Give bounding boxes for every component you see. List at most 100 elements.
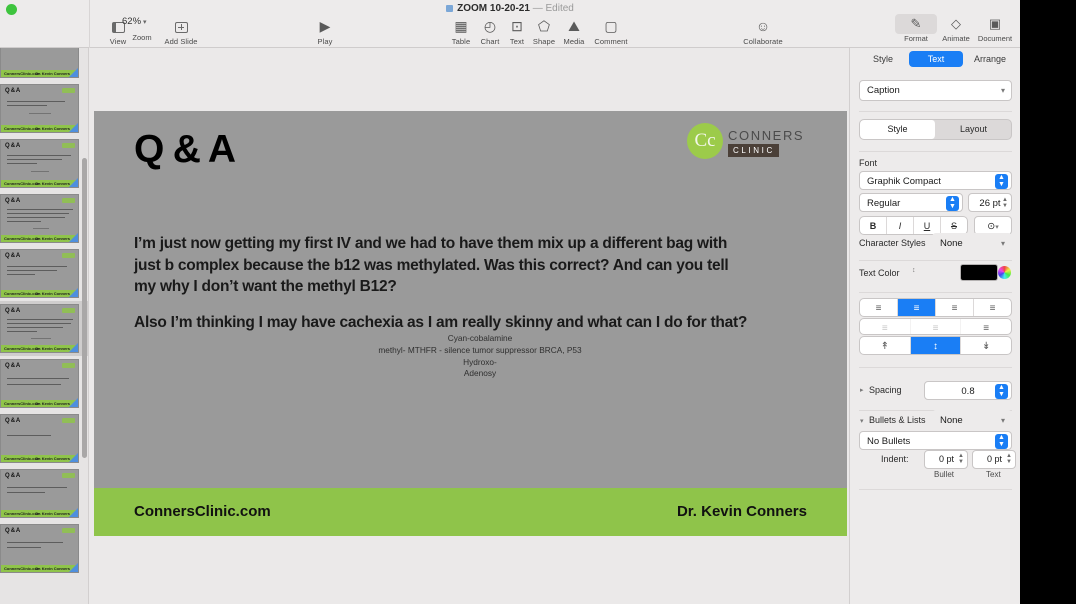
- indent-bullet-field[interactable]: 0 pt ▲ ▼: [924, 450, 968, 469]
- slide-thumbnail-1[interactable]: ConnersClinic.com Dr. Kevin Conners: [0, 48, 89, 81]
- slide-thumbnail-3[interactable]: Q & A ConnersClinic.com Dr. Kevin Conner…: [0, 136, 89, 191]
- underline-button[interactable]: U: [914, 217, 941, 234]
- thumbnail-title: Q & A: [5, 308, 20, 314]
- thumbnail-footer: ConnersClinic.com Dr. Kevin Conners: [1, 400, 78, 407]
- indent-label: Indent:: [881, 454, 909, 464]
- text-color-disclosure-icon[interactable]: ↕: [912, 267, 916, 274]
- comment-icon: ▢: [604, 18, 618, 34]
- indent-bullet-value: 0 pt: [938, 454, 954, 464]
- toggle-layout[interactable]: Layout: [936, 120, 1011, 139]
- slide-footer-bar: ConnersClinic.com Dr. Kevin Conners: [94, 488, 847, 536]
- screen: ZOOM 10-20-21 — Edited View 62% ▾ Zoom Ad…: [0, 0, 1076, 604]
- conners-clinic-logo[interactable]: Cc CONNERS CLINIC: [687, 120, 805, 164]
- spacing-disclosure-icon[interactable]: ▸: [860, 386, 864, 394]
- indent-bullet-caption: Bullet: [934, 470, 955, 479]
- align-right-button[interactable]: ≡: [936, 299, 974, 316]
- slide-thumbnail-8[interactable]: Q & A ConnersClinic.com Dr. Kevin Conner…: [0, 411, 89, 466]
- collaborate-button[interactable]: ☺ Collaborate: [740, 16, 786, 46]
- slide-thumbnail-10[interactable]: Q & A ConnersClinic.com Dr. Kevin Conner…: [0, 521, 89, 576]
- color-wheel-icon[interactable]: [998, 266, 1011, 279]
- chevron-down-icon: ▾: [1000, 86, 1005, 95]
- style-layout-toggle[interactable]: Style Layout: [859, 119, 1012, 140]
- animate-button[interactable]: ◇ Animate: [935, 14, 977, 43]
- thumbnail-logo: [62, 143, 75, 148]
- format-button[interactable]: ✎ Format: [895, 14, 937, 43]
- paragraph-style-dropdown[interactable]: Caption ▾: [859, 80, 1012, 101]
- align-justify-button[interactable]: ≡: [974, 299, 1011, 316]
- thumbnail-footer: ConnersClinic.com Dr. Kevin Conners: [1, 70, 78, 77]
- insert-comment-button[interactable]: ▢ Comment: [588, 16, 634, 46]
- text-indent-icon: ≡: [983, 323, 990, 334]
- font-family-stepper-icon[interactable]: ▲ ▼: [995, 174, 1008, 189]
- slide-body-text[interactable]: I’m just now getting my first IV and we …: [134, 233, 754, 333]
- thumbnail-skip-corner: [69, 453, 78, 462]
- tab-text[interactable]: Text: [909, 51, 963, 67]
- align-left-button[interactable]: ≡: [860, 299, 898, 316]
- vertical-alignment-buttons[interactable]: ↟ ↕ ↡: [859, 336, 1012, 355]
- add-slide-button[interactable]: Add Slide: [158, 16, 204, 46]
- spacing-stepper-icon[interactable]: ▲ ▼: [995, 384, 1008, 399]
- bullet-preset-dropdown[interactable]: No Bullets ▲ ▼: [859, 431, 1012, 450]
- indent-text-field[interactable]: 0 pt ▲ ▼: [972, 450, 1016, 469]
- add-slide-label: Add Slide: [164, 37, 198, 46]
- play-label: Play: [317, 37, 333, 46]
- font-family-dropdown[interactable]: Graphik Compact ▲ ▼: [859, 171, 1012, 190]
- font-weight-value: Regular: [867, 198, 901, 209]
- navigator-scrollbar[interactable]: [82, 158, 87, 458]
- font-weight-stepper-icon[interactable]: ▲ ▼: [946, 196, 959, 211]
- indent-bullet-stepper-icon[interactable]: ▲ ▼: [958, 453, 964, 465]
- play-button[interactable]: ▶ Play: [302, 16, 348, 46]
- bold-button[interactable]: B: [860, 217, 887, 234]
- align-center-button[interactable]: ≡: [898, 299, 936, 316]
- font-section-label: Font: [859, 158, 878, 168]
- slide-thumbnail-5[interactable]: Q & A ConnersClinic.com Dr. Kevin Conner…: [0, 246, 89, 301]
- current-slide[interactable]: Q & A Cc CONNERS CLINIC I’m just now get…: [94, 111, 847, 536]
- font-size-field[interactable]: 26 pt ▲ ▼: [968, 193, 1012, 212]
- slide-thumbnail-7[interactable]: Q & A ConnersClinic.com Dr. Kevin Conner…: [0, 356, 89, 411]
- tab-style[interactable]: Style: [859, 51, 907, 67]
- align-middle-button[interactable]: ↕: [910, 337, 962, 354]
- increase-indent-button[interactable]: ≡: [911, 319, 962, 334]
- increase-indent-icon: ≡: [932, 323, 939, 334]
- spacing-field[interactable]: 0.8 ▲ ▼: [924, 381, 1012, 400]
- bullets-dropdown[interactable]: None ▾: [932, 410, 1012, 429]
- bullet-preset-stepper-icon[interactable]: ▲ ▼: [995, 434, 1008, 449]
- character-styles-dropdown[interactable]: None ▾: [932, 233, 1012, 252]
- character-styles-value: None: [940, 238, 963, 249]
- align-top-button[interactable]: ↟: [860, 337, 911, 354]
- bullets-disclosure-icon[interactable]: ▾: [860, 417, 864, 425]
- zoom-control[interactable]: 62% ▾: [122, 16, 147, 27]
- paragraph-alignment-buttons[interactable]: ≡ ≡ ≡ ≡: [859, 298, 1012, 317]
- thumbnail-title: Q & A: [5, 253, 20, 259]
- slide-thumbnail-9[interactable]: Q & A ConnersClinic.com Dr. Kevin Conner…: [0, 466, 89, 521]
- align-bottom-button[interactable]: ↡: [961, 337, 1011, 354]
- slide-thumbnail-2[interactable]: Q & A ConnersClinic.com Dr. Kevin Conner…: [0, 81, 89, 136]
- tab-arrange[interactable]: Arrange: [965, 51, 1015, 67]
- indent-buttons[interactable]: ≡ ≡ ≡: [859, 318, 1012, 335]
- italic-button[interactable]: I: [887, 217, 914, 234]
- text-indent-button[interactable]: ≡: [961, 319, 1011, 334]
- slide-thumbnail-6[interactable]: Q & A ConnersClinic.com Dr. Kevin Conner…: [0, 301, 89, 356]
- text-color-swatch[interactable]: [960, 264, 998, 281]
- thumbnail-skip-corner: [69, 563, 78, 572]
- slide-title[interactable]: Q & A: [134, 128, 236, 172]
- collaborate-icon: ☺: [755, 18, 771, 34]
- slide-thumbnail-4[interactable]: Q & A ConnersClinic.com Dr. Kevin Conner…: [0, 191, 89, 246]
- toggle-style[interactable]: Style: [860, 120, 936, 139]
- slide-navigator[interactable]: ConnersClinic.com Dr. Kevin Conners Q & …: [0, 48, 89, 604]
- font-weight-dropdown[interactable]: Regular ▲ ▼: [859, 193, 963, 212]
- font-size-stepper-icon[interactable]: ▲ ▼: [1002, 197, 1008, 209]
- align-middle-icon: ↕: [933, 341, 938, 352]
- indent-text-stepper-icon[interactable]: ▲ ▼: [1006, 453, 1012, 465]
- decrease-indent-button[interactable]: ≡: [860, 319, 911, 334]
- thumbnail-footer: ConnersClinic.com Dr. Kevin Conners: [1, 180, 78, 187]
- document-button[interactable]: ▣ Document: [974, 14, 1016, 43]
- thumbnail-title: Q & A: [5, 143, 20, 149]
- slide-canvas[interactable]: Q & A Cc CONNERS CLINIC I’m just now get…: [89, 48, 849, 604]
- strikethrough-button[interactable]: S: [941, 217, 967, 234]
- slide-paragraph-2: Also I’m thinking I may have cachexia as…: [134, 313, 748, 331]
- thumbnail-body: Q & A ConnersClinic.com Dr. Kevin Conner…: [0, 194, 79, 243]
- thumbnail-logo: [62, 88, 75, 93]
- decrease-indent-icon: ≡: [881, 323, 888, 334]
- slide-caption-textbox[interactable]: Cyan-cobalamine methyl- MTHFR - silence …: [340, 333, 620, 380]
